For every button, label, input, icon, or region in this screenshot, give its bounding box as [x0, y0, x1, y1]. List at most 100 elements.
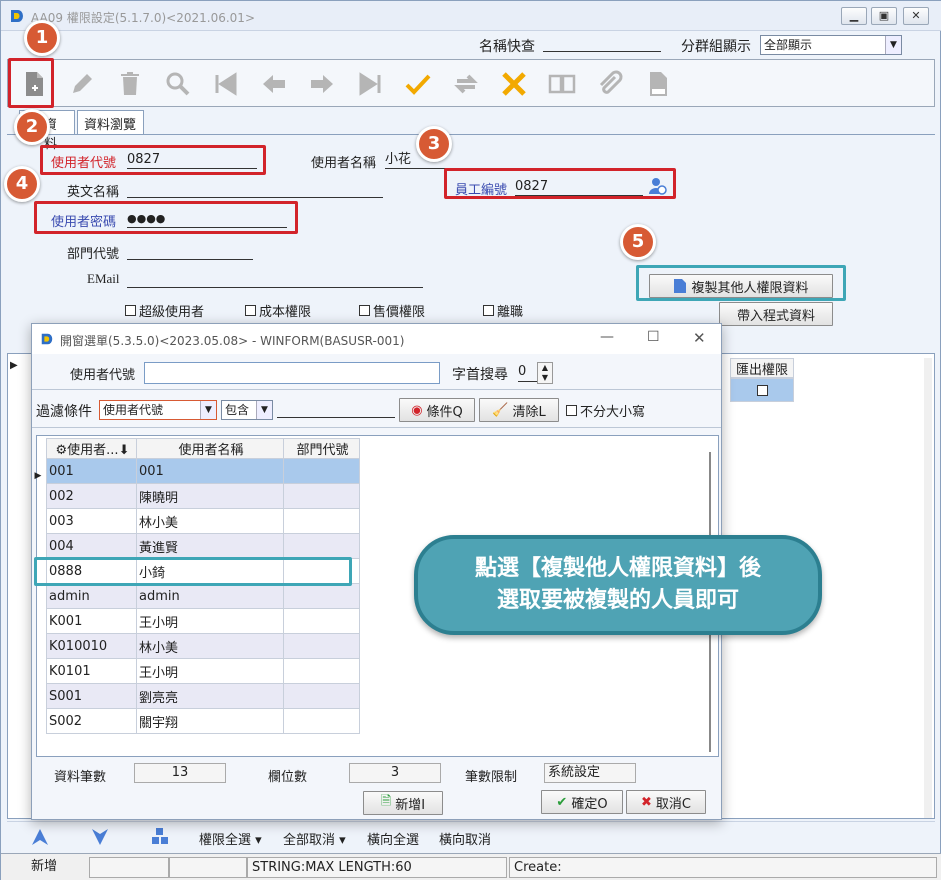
filter-op-select[interactable]: 包含 ▼ [221, 400, 273, 420]
status-create: Create: [509, 857, 937, 878]
minimize-button[interactable]: ▁ [841, 7, 867, 25]
first-char-input[interactable]: 0 [518, 362, 538, 382]
table-row[interactable]: ▶ 001 001 [35, 458, 360, 484]
user-name-label: 使用者名稱 [311, 156, 377, 171]
super-user-checkbox[interactable]: 超級使用者 [125, 301, 204, 320]
horizontal-select-all[interactable]: 橫向全選 [367, 829, 419, 848]
table-row[interactable]: admin admin [46, 583, 360, 609]
cancel-all[interactable]: 全部取消 ▾ [283, 829, 346, 848]
resigned-checkbox[interactable]: 離職 [483, 301, 523, 320]
arrow-up-icon[interactable] [31, 828, 49, 846]
case-insensitive-checkbox[interactable]: 不分大小寫 [566, 401, 645, 420]
step-badge-3: 3 [416, 126, 452, 162]
dept-input[interactable] [127, 242, 253, 260]
step-badge-2: 2 [14, 109, 50, 145]
english-name-input[interactable] [127, 180, 383, 198]
column-header-user-id[interactable]: ⚙使用者...⬇ [46, 438, 137, 459]
table-row[interactable]: 002 陳曉明 [46, 483, 360, 509]
first-record-button[interactable] [208, 66, 244, 102]
arrow-down-icon[interactable] [91, 828, 109, 846]
edit-button[interactable] [64, 66, 100, 102]
checkbox-box [566, 405, 577, 416]
checkbox-box [483, 305, 494, 316]
condition-button[interactable]: ◉ 條件Q [399, 398, 475, 422]
select-all-permissions[interactable]: 權限全選 ▾ [199, 829, 262, 848]
prev-record-button[interactable] [256, 66, 292, 102]
attach-button[interactable] [592, 66, 628, 102]
checkbox-box [756, 384, 768, 396]
user-name-cell: 001 [136, 458, 284, 484]
dialog-add-button[interactable]: 🗎 新增I [363, 791, 443, 815]
search-button[interactable] [160, 66, 196, 102]
vertical-scrollbar[interactable] [924, 358, 932, 818]
export-permission-cell[interactable] [730, 378, 794, 402]
first-char-label: 字首搜尋 [452, 367, 508, 383]
import-program-button[interactable]: 帶入程式資料 [719, 302, 833, 326]
first-char-spinner[interactable]: ▲ ▼ [537, 362, 553, 384]
user-id-cell: K0101 [46, 658, 137, 684]
paperclip-icon [599, 70, 623, 94]
dialog-user-id-input[interactable] [144, 362, 440, 384]
dialog-close-button[interactable]: ✕ [693, 329, 706, 347]
dialog-user-id-label: 使用者代號 [70, 368, 136, 383]
top-bar: 名稱快查 分群組顯示 全部顯示 ▼ [1, 31, 941, 57]
dialog-minimize-button[interactable]: — [600, 329, 614, 345]
close-button[interactable]: ✕ [903, 7, 929, 25]
user-id-cell: K001 [46, 608, 137, 634]
email-label: EMail [87, 271, 120, 286]
tab-browse[interactable]: 資料瀏覽 [77, 110, 144, 134]
arrow-right-icon [311, 75, 333, 93]
check-icon [405, 74, 431, 95]
book-button[interactable] [544, 66, 580, 102]
table-row[interactable]: 004 黃進賢 [46, 533, 360, 559]
column-header-user-name[interactable]: 使用者名稱 [136, 438, 284, 459]
last-record-button[interactable] [352, 66, 388, 102]
table-row[interactable]: K010010 林小美 [46, 633, 360, 659]
clear-button[interactable]: 🧹 清除L [479, 398, 559, 422]
cancel-toolbar-button[interactable] [496, 66, 532, 102]
table-row[interactable]: S002 關宇翔 [46, 708, 360, 734]
record-count-value: 13 [134, 763, 226, 783]
column-header-dept[interactable]: 部門代號 [283, 438, 360, 459]
status-cell-empty-2 [169, 857, 247, 878]
export-permission-header: 匯出權限 [730, 358, 794, 378]
name-quick-input[interactable] [543, 37, 661, 52]
instruction-callout: 點選【複製他人權限資料】後 選取要被複製的人員即可 [414, 535, 822, 635]
dialog-cancel-button[interactable]: ✖ 取消C [626, 790, 706, 814]
filter-field-select[interactable]: 使用者代號 ▼ [99, 400, 217, 420]
filter-label: 過濾條件 [36, 404, 92, 420]
case-label: 不分大小寫 [580, 405, 646, 420]
field-count-label: 欄位數 [268, 770, 308, 785]
cost-permission-checkbox[interactable]: 成本權限 [245, 301, 311, 320]
horizontal-cancel[interactable]: 橫向取消 [439, 829, 491, 848]
user-name-cell: 王小明 [136, 658, 284, 684]
next-record-button[interactable] [304, 66, 340, 102]
highlight-user-id [40, 145, 266, 175]
export-xls-button[interactable] [640, 66, 676, 102]
table-row[interactable]: 003 林小美 [46, 508, 360, 534]
group-display-select[interactable]: 全部顯示 ▼ [760, 35, 902, 55]
price-permission-checkbox[interactable]: 售價權限 [359, 301, 425, 320]
step-badge-4: 4 [4, 166, 40, 202]
cancel-all-label: 全部取消 [283, 833, 336, 848]
user-name-cell: 王小明 [136, 608, 284, 634]
email-input[interactable] [127, 270, 423, 288]
user-name-cell: 林小美 [136, 508, 284, 534]
table-row[interactable]: K001 王小明 [46, 608, 360, 634]
first-icon [215, 72, 237, 96]
dept-label: 部門代號 [67, 247, 120, 262]
filter-value-input[interactable] [277, 404, 395, 418]
confirm-button[interactable] [400, 66, 436, 102]
table-row[interactable]: K0101 王小明 [46, 658, 360, 684]
table-row[interactable]: S001 劉亮亮 [46, 683, 360, 709]
user-name-cell: 陳曉明 [136, 483, 284, 509]
dialog-maximize-button[interactable]: ☐ [647, 329, 660, 345]
cancel-label: 取消C [655, 796, 691, 812]
refresh-button[interactable] [448, 66, 484, 102]
blocks-icon[interactable] [151, 827, 169, 845]
maximize-button[interactable]: ▣ [871, 7, 897, 25]
dialog-ok-button[interactable]: ✔ 確定O [541, 790, 623, 814]
user-table: ⚙使用者...⬇ 使用者名稱 部門代號 ▶ 001 001 002 陳曉明 003 林小… [35, 438, 360, 734]
delete-button[interactable] [112, 66, 148, 102]
user-id-cell: S002 [46, 708, 137, 734]
